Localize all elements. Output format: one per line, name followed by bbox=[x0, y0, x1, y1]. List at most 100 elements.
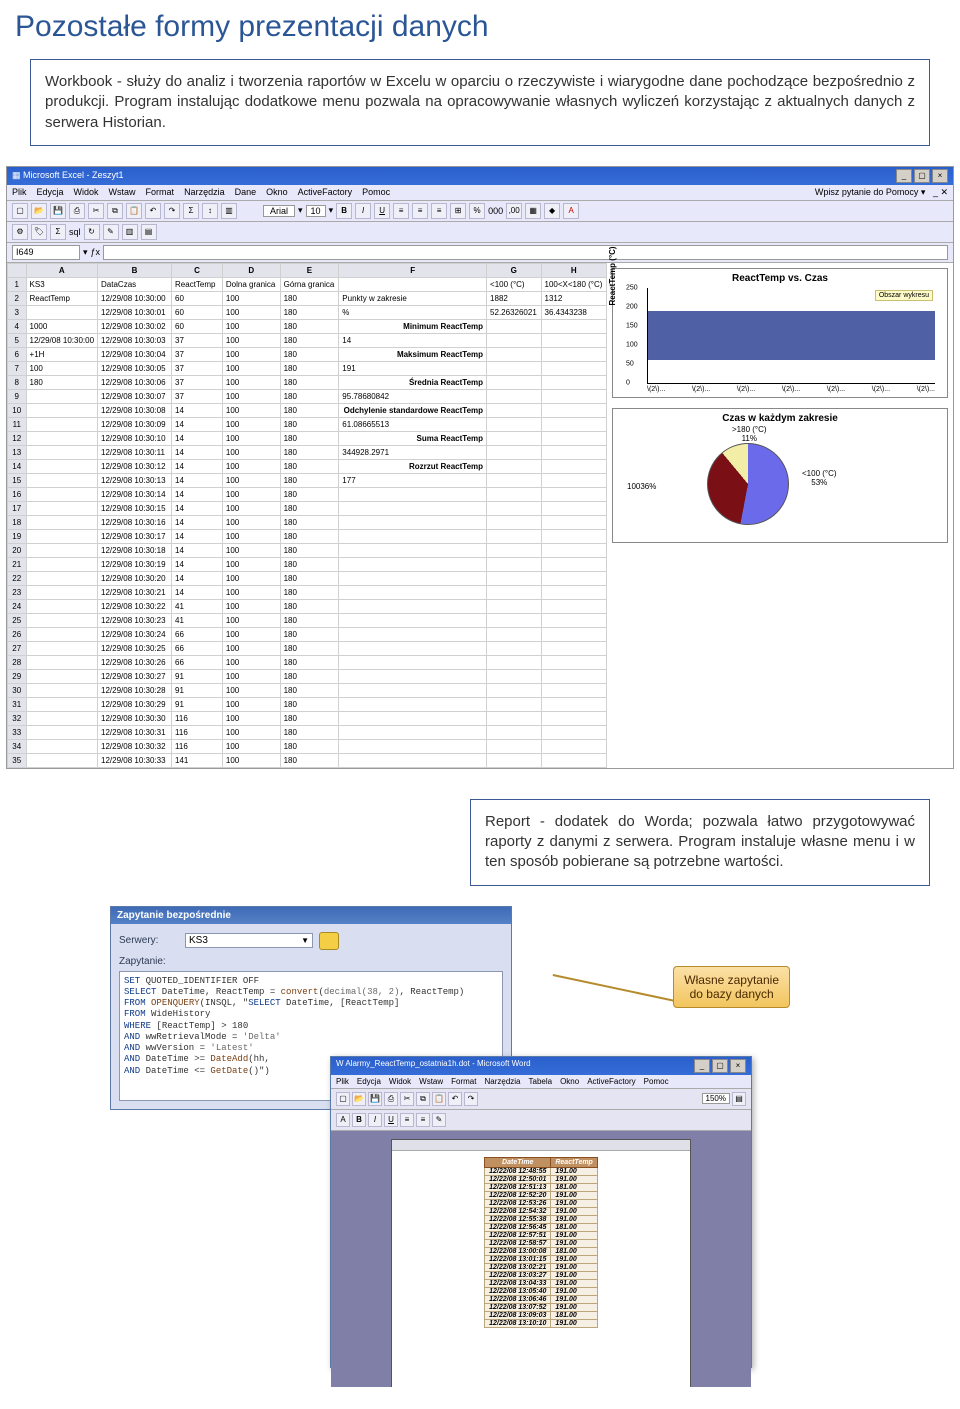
cell[interactable]: 12/29/08 10:30:12 bbox=[98, 459, 172, 473]
cell[interactable]: 100 bbox=[222, 543, 280, 557]
cell[interactable]: 12/29/08 10:30:15 bbox=[98, 501, 172, 515]
cell[interactable] bbox=[487, 571, 541, 585]
word-toolbar[interactable]: ▢ 📂 💾 ⎙ ✂ ⧉ 📋 ↶ ↷ 150% ▤ bbox=[331, 1089, 751, 1110]
cell[interactable] bbox=[339, 571, 487, 585]
cell[interactable]: 12/29/08 10:30:01 bbox=[98, 305, 172, 319]
cell[interactable] bbox=[26, 389, 98, 403]
af-sql-label[interactable]: sql bbox=[69, 227, 81, 237]
cell[interactable] bbox=[26, 305, 98, 319]
excel-toolbar-1[interactable]: ▢ 📂 💾 ⎙ ✂ ⧉ 📋 ↶ ↷ Σ ↕ ▥ Arial ▾ 10 ▾ B I… bbox=[7, 201, 953, 222]
cell[interactable]: 91 bbox=[172, 669, 223, 683]
cell[interactable] bbox=[339, 599, 487, 613]
cell[interactable] bbox=[541, 753, 606, 767]
word-menu-activefactory[interactable]: ActiveFactory bbox=[587, 1077, 635, 1086]
af-refresh-icon[interactable]: ↻ bbox=[84, 224, 100, 240]
cell[interactable] bbox=[541, 445, 606, 459]
cell[interactable]: 180 bbox=[280, 417, 339, 431]
font-color-icon[interactable]: A bbox=[563, 203, 579, 219]
excel-titlebar[interactable]: ▦ Microsoft Excel - Zeszyt1 _ ▢ × bbox=[7, 167, 953, 185]
cell[interactable]: 180 bbox=[280, 669, 339, 683]
maximize-icon[interactable]: ▢ bbox=[914, 169, 930, 183]
menu-plik[interactable]: Plik bbox=[12, 187, 27, 198]
fill-color-icon[interactable]: ◆ bbox=[544, 203, 560, 219]
cell[interactable]: 12/29/08 10:30:20 bbox=[98, 571, 172, 585]
cell[interactable] bbox=[487, 333, 541, 347]
menu-pomoc[interactable]: Pomoc bbox=[362, 187, 390, 198]
cell[interactable] bbox=[541, 627, 606, 641]
col-header-A[interactable]: A bbox=[26, 263, 98, 277]
cell[interactable] bbox=[26, 543, 98, 557]
connect-icon[interactable] bbox=[319, 932, 339, 950]
cell[interactable]: 100 bbox=[222, 459, 280, 473]
cell[interactable]: 141 bbox=[172, 753, 223, 767]
cell[interactable]: 14 bbox=[172, 529, 223, 543]
cell[interactable]: 100 bbox=[222, 515, 280, 529]
cell[interactable]: 116 bbox=[172, 711, 223, 725]
spreadsheet-grid[interactable]: ABCDEFGH 1KS3DataCzasReactTempDolna gran… bbox=[7, 263, 607, 768]
cell[interactable]: 100 bbox=[222, 361, 280, 375]
cell[interactable] bbox=[487, 473, 541, 487]
server-dropdown[interactable]: KS3 ▼ bbox=[185, 933, 313, 948]
cell[interactable]: 100 bbox=[222, 529, 280, 543]
cell[interactable]: 180 bbox=[280, 571, 339, 585]
cell[interactable]: 1312 bbox=[541, 291, 606, 305]
cell[interactable] bbox=[487, 319, 541, 333]
cell[interactable]: 180 bbox=[280, 641, 339, 655]
cell[interactable] bbox=[26, 613, 98, 627]
cell[interactable] bbox=[541, 417, 606, 431]
cell[interactable]: 12/29/08 10:30:29 bbox=[98, 697, 172, 711]
cell[interactable]: 180 bbox=[280, 711, 339, 725]
cell[interactable]: 12/29/08 10:30:19 bbox=[98, 557, 172, 571]
row-header[interactable]: 20 bbox=[8, 543, 27, 557]
word-close-icon[interactable]: × bbox=[730, 1059, 746, 1073]
cell[interactable]: 180 bbox=[280, 599, 339, 613]
cell[interactable]: 12/29/08 10:30:32 bbox=[98, 739, 172, 753]
row-header[interactable]: 13 bbox=[8, 445, 27, 459]
word-list-icon[interactable]: ≡ bbox=[416, 1113, 430, 1127]
cell[interactable] bbox=[487, 403, 541, 417]
cell[interactable] bbox=[339, 711, 487, 725]
cell[interactable] bbox=[487, 459, 541, 473]
bold-icon[interactable]: B bbox=[336, 203, 352, 219]
cell[interactable]: 180 bbox=[280, 347, 339, 361]
cell[interactable] bbox=[541, 697, 606, 711]
cell[interactable] bbox=[26, 487, 98, 501]
cell[interactable] bbox=[339, 543, 487, 557]
cell[interactable] bbox=[541, 501, 606, 515]
cell[interactable] bbox=[26, 655, 98, 669]
cell[interactable] bbox=[541, 375, 606, 389]
cell[interactable] bbox=[487, 515, 541, 529]
cell[interactable]: 12/29/08 10:30:03 bbox=[98, 333, 172, 347]
cell[interactable]: 1882 bbox=[487, 291, 541, 305]
sort-icon[interactable]: ↕ bbox=[202, 203, 218, 219]
cut-icon[interactable]: ✂ bbox=[88, 203, 104, 219]
cell[interactable]: 61.08665513 bbox=[339, 417, 487, 431]
cell[interactable]: 12/29/08 10:30:17 bbox=[98, 529, 172, 543]
cell[interactable]: 100 bbox=[222, 333, 280, 347]
cell[interactable] bbox=[487, 543, 541, 557]
menu-edycja[interactable]: Edycja bbox=[37, 187, 64, 198]
row-header[interactable]: 10 bbox=[8, 403, 27, 417]
word-menu-edycja[interactable]: Edycja bbox=[357, 1077, 381, 1086]
cell[interactable]: 180 bbox=[280, 291, 339, 305]
borders-icon[interactable]: ▦ bbox=[525, 203, 541, 219]
cell[interactable] bbox=[541, 571, 606, 585]
cell[interactable] bbox=[487, 529, 541, 543]
cell[interactable]: 100 bbox=[222, 403, 280, 417]
cell[interactable]: % bbox=[339, 305, 487, 319]
cell[interactable]: Średnia ReactTemp bbox=[339, 375, 487, 389]
sigma-icon[interactable]: Σ bbox=[183, 203, 199, 219]
row-header[interactable]: 25 bbox=[8, 613, 27, 627]
col-header-E[interactable]: E bbox=[280, 263, 339, 277]
cell[interactable]: 37 bbox=[172, 361, 223, 375]
cell[interactable]: 180 bbox=[280, 473, 339, 487]
word-titlebar[interactable]: W Alarmy_ReactTemp_ostatnia1h.dot - Micr… bbox=[331, 1057, 751, 1075]
cell[interactable] bbox=[487, 501, 541, 515]
word-highlight-icon[interactable]: ✎ bbox=[432, 1113, 446, 1127]
cell[interactable]: 100 bbox=[222, 627, 280, 641]
cell[interactable]: 100 bbox=[222, 501, 280, 515]
cell[interactable]: 41 bbox=[172, 613, 223, 627]
word-zoom[interactable]: 150% bbox=[702, 1093, 730, 1104]
cell[interactable]: 100 bbox=[222, 291, 280, 305]
cell[interactable] bbox=[26, 753, 98, 767]
